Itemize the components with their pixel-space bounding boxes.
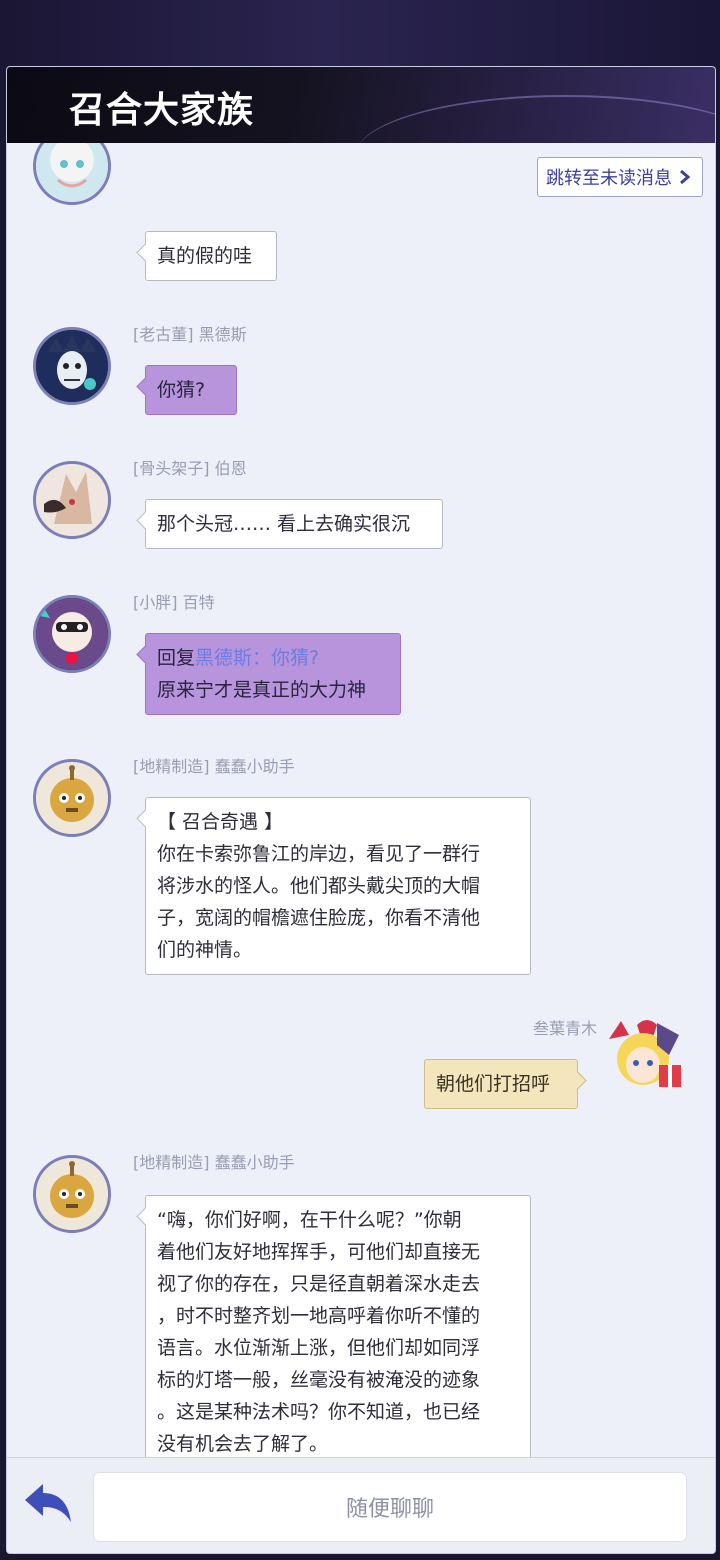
- sender-name: [小胖] 百特: [133, 593, 215, 612]
- jump-label: 跳转至未读消息: [546, 168, 672, 189]
- chat-input-placeholder: 随便聊聊: [345, 1497, 434, 1522]
- bubble-tail: [136, 645, 155, 664]
- reply-quote: 回复黑德斯：你猜?: [157, 642, 390, 674]
- message-line: 子，宽阔的帽檐遮住脸庞，你看不清他: [157, 907, 481, 929]
- message-text: 真的假的哇: [157, 245, 253, 267]
- bubble-tail: [136, 377, 155, 396]
- message-line: ，时不时整齐划一地高呼着你听不懂的: [157, 1305, 481, 1327]
- reply-reference[interactable]: 黑德斯：你猜?: [195, 647, 319, 669]
- message-text: 你猜?: [157, 379, 206, 401]
- message-text: 那个头冠…… 看上去确实很沉: [157, 513, 411, 535]
- input-bar: 随便聊聊: [7, 1457, 715, 1553]
- message-line: 标的灯塔一般，丝毫没有被淹没的迹象: [157, 1369, 481, 1391]
- message-bubble: 【 召合奇遇 】 你在卡索弥鲁江的岸边，看见了一群行 将涉水的怪人。他们都头戴尖…: [136, 797, 531, 975]
- bubble-tail: [136, 243, 155, 262]
- message-line: 着他们友好地挥挥手，可他们却直接无: [157, 1241, 481, 1263]
- sender-name: 叁葉青木: [532, 1019, 597, 1038]
- message-bubble: 真的假的哇: [136, 231, 277, 281]
- bubble-tail: [136, 511, 155, 530]
- avatar[interactable]: [33, 143, 111, 205]
- avatar-portrait: [36, 1158, 108, 1230]
- message-text: 原来宁才是真正的大力神: [157, 679, 367, 701]
- panel-title: 召合大家族: [69, 89, 255, 131]
- avatar-portrait: [36, 762, 108, 834]
- avatar[interactable]: [33, 595, 111, 673]
- self-message-bubble: 朝他们打招呼: [424, 1059, 587, 1109]
- message-line: 视了你的存在，只是径直朝着深水走去: [157, 1273, 481, 1295]
- sender-name: [地精制造] 蠢蠢小助手: [133, 1153, 295, 1172]
- bubble-tail: [136, 809, 155, 828]
- message-line: 你在卡索弥鲁江的岸边，看见了一群行: [157, 843, 481, 865]
- message-line: 没有机会去了解了。: [157, 1433, 329, 1455]
- chevron-right-icon: [680, 169, 691, 185]
- sender-name: [骨头架子] 伯恩: [133, 459, 247, 478]
- avatar[interactable]: [33, 759, 111, 837]
- jump-to-unread-button[interactable]: 跳转至未读消息: [537, 157, 703, 197]
- sender-name: [老古董] 黑德斯: [133, 325, 247, 344]
- message-bubble: 你猜?: [136, 365, 237, 415]
- message-bubble: 那个头冠…… 看上去确实很沉: [136, 499, 443, 549]
- bubble-tail: [136, 1207, 155, 1226]
- message-text: 朝他们打招呼: [436, 1073, 551, 1095]
- message-line: “嗨，你们好啊，在干什么呢？”你朝: [157, 1209, 462, 1231]
- message-line: 将涉水的怪人。他们都头戴尖顶的大帽: [157, 875, 481, 897]
- avatar-portrait: [36, 598, 108, 670]
- message-bubble: “嗨，你们好啊，在干什么呢？”你朝 着他们友好地挥挥手，可他们却直接无 视了你的…: [136, 1195, 531, 1457]
- message-line: 【 召合奇遇 】: [157, 811, 284, 833]
- reply-prefix: 回复: [157, 647, 196, 669]
- avatar[interactable]: [33, 461, 111, 539]
- avatar-portrait: [36, 464, 108, 536]
- avatar-portrait: [609, 1020, 681, 1087]
- background-top: [0, 0, 720, 70]
- avatar[interactable]: [33, 1155, 111, 1233]
- chat-panel: 召合大家族 真的假的哇 跳转至未读消息 [老古董] 黑德斯 你猜? [骨头架子]…: [6, 66, 716, 1554]
- avatar-portrait: [36, 143, 108, 202]
- message-line: 们的神情。: [157, 939, 253, 961]
- header-decoration: [355, 95, 715, 143]
- message-line: 。这是某种法术吗？你不知道，也已经: [157, 1401, 481, 1423]
- self-avatar[interactable]: [603, 1015, 685, 1097]
- bubble-tail: [568, 1071, 587, 1090]
- chat-input[interactable]: 随便聊聊: [93, 1472, 687, 1542]
- avatar[interactable]: [33, 327, 111, 405]
- message-list[interactable]: 真的假的哇 跳转至未读消息 [老古董] 黑德斯 你猜? [骨头架子] 伯恩 那个…: [7, 143, 715, 1457]
- panel-header: 召合大家族: [7, 67, 715, 143]
- reply-message-bubble: 回复黑德斯：你猜? 原来宁才是真正的大力神: [136, 633, 401, 715]
- avatar-portrait: [36, 330, 108, 402]
- back-arrow-icon[interactable]: [21, 1480, 77, 1528]
- sender-name: [地精制造] 蠢蠢小助手: [133, 757, 295, 776]
- message-line: 语言。水位渐渐上涨，但他们却如同浮: [157, 1337, 481, 1359]
